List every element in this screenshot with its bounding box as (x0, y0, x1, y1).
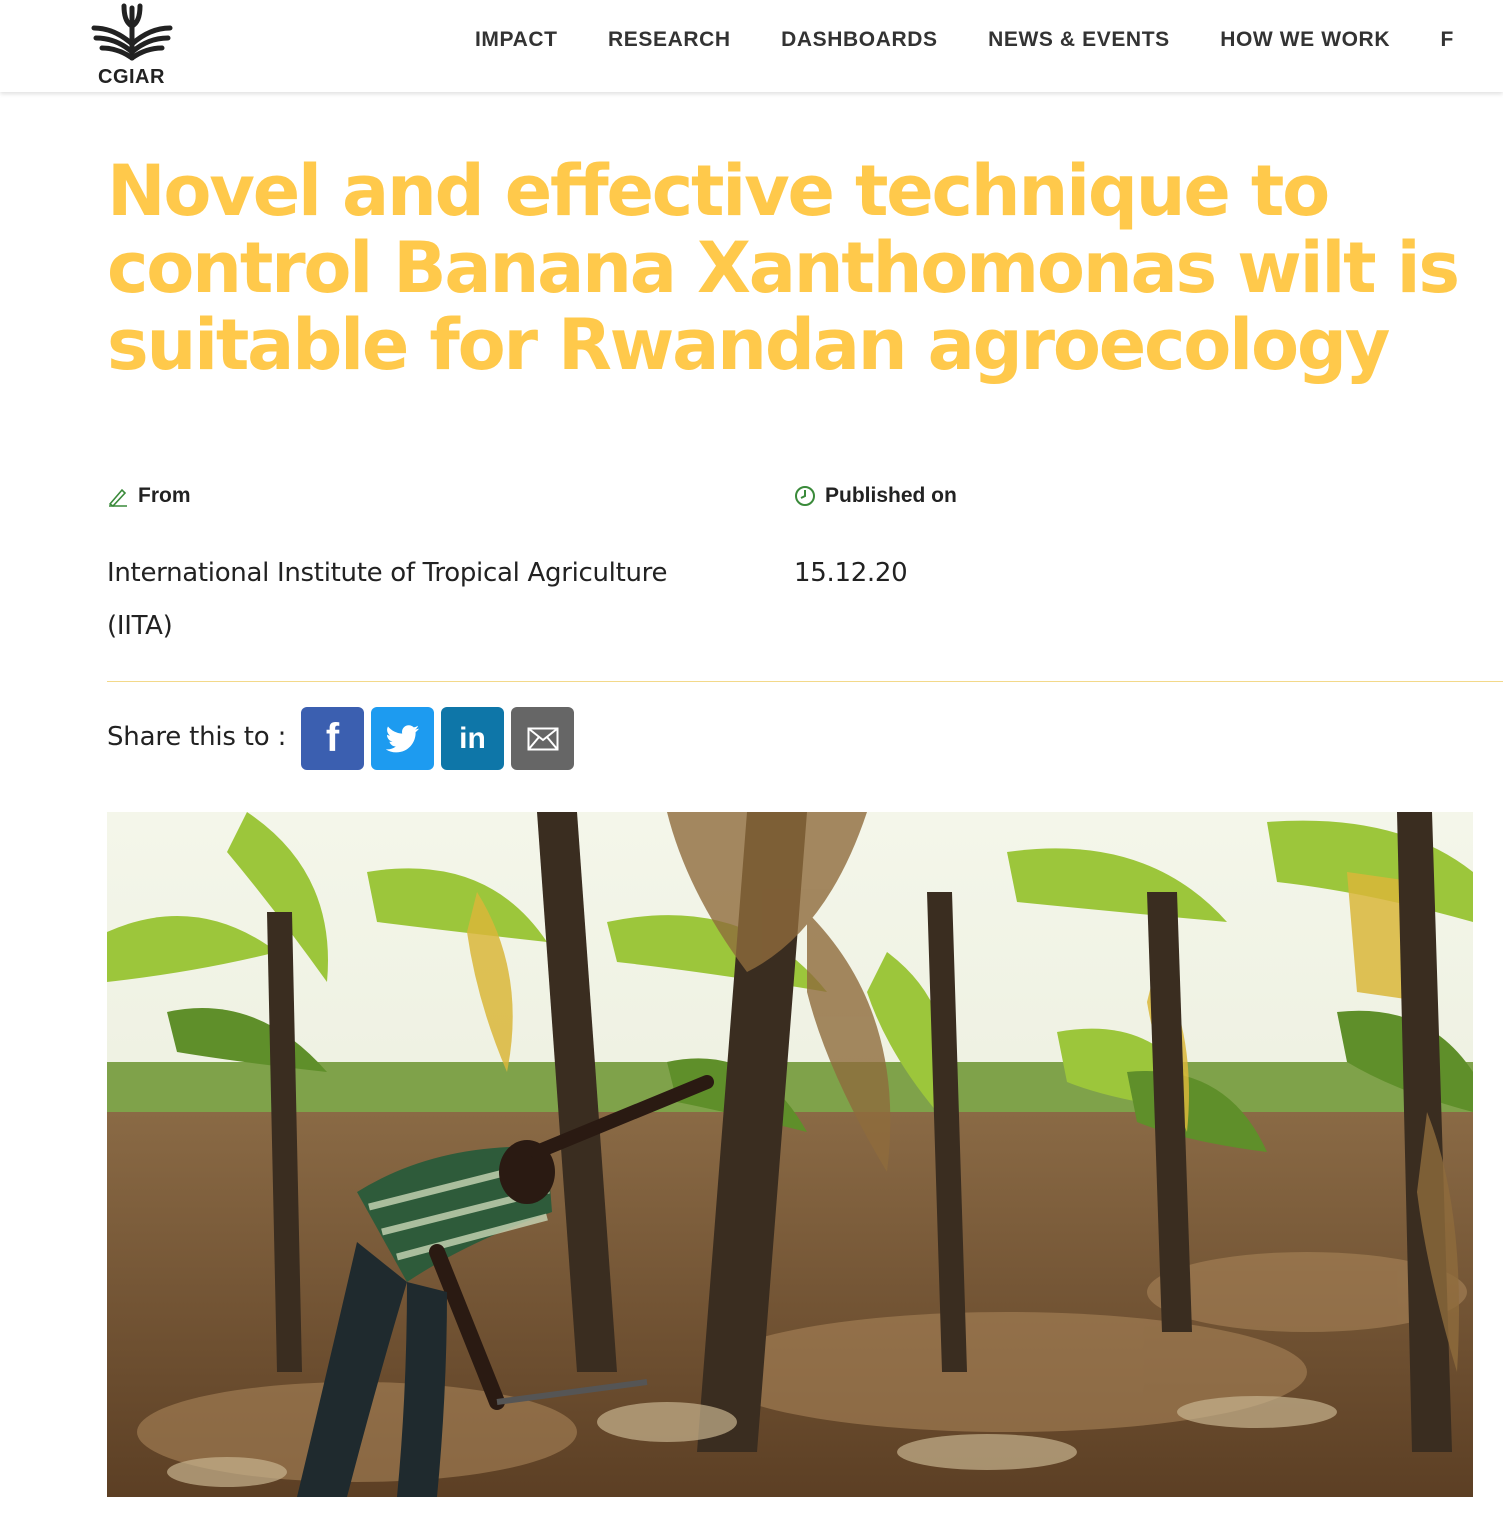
cgiar-logo[interactable]: CGIAR (88, 0, 178, 92)
facebook-icon: f (325, 716, 340, 760)
nav-item-dashboards[interactable]: DASHBOARDS (781, 28, 938, 52)
linkedin-icon: in (459, 721, 486, 755)
from-value: International Institute of Tropical Agri… (107, 558, 668, 641)
share-email-button[interactable] (511, 707, 574, 770)
wheat-logo-icon (91, 3, 173, 61)
clock-icon (795, 486, 815, 506)
banana-plantation-photo (107, 812, 1473, 1497)
article-hero-image (107, 812, 1473, 1497)
share-twitter-button[interactable] (371, 707, 434, 770)
twitter-icon (385, 724, 419, 752)
nav-item-impact[interactable]: IMPACT (475, 28, 558, 52)
pencil-icon (108, 488, 127, 507)
main-nav: IMPACT RESEARCH DASHBOARDS NEWS & EVENTS… (475, 28, 1500, 52)
divider (107, 681, 1503, 682)
share-linkedin-button[interactable]: in (441, 707, 504, 770)
from-label-text: From (138, 484, 191, 507)
from-label: From (107, 484, 191, 508)
page-title: Novel and effective technique to control… (107, 150, 1460, 386)
published-label: Published on (794, 484, 957, 508)
nav-item-news-events[interactable]: NEWS & EVENTS (988, 28, 1170, 52)
nav-item-how-we-work[interactable]: HOW WE WORK (1220, 28, 1390, 52)
email-icon (527, 727, 558, 750)
nav-item-research[interactable]: RESEARCH (608, 28, 731, 52)
logo-text: CGIAR (98, 66, 165, 88)
share-label: Share this to : (107, 722, 287, 752)
nav-item-truncated[interactable]: F (1441, 28, 1454, 52)
share-facebook-button[interactable]: f (301, 707, 364, 770)
published-date: 15.12.20 (794, 558, 908, 588)
published-label-text: Published on (825, 484, 957, 507)
site-header: CGIAR IMPACT RESEARCH DASHBOARDS NEWS & … (0, 0, 1503, 92)
